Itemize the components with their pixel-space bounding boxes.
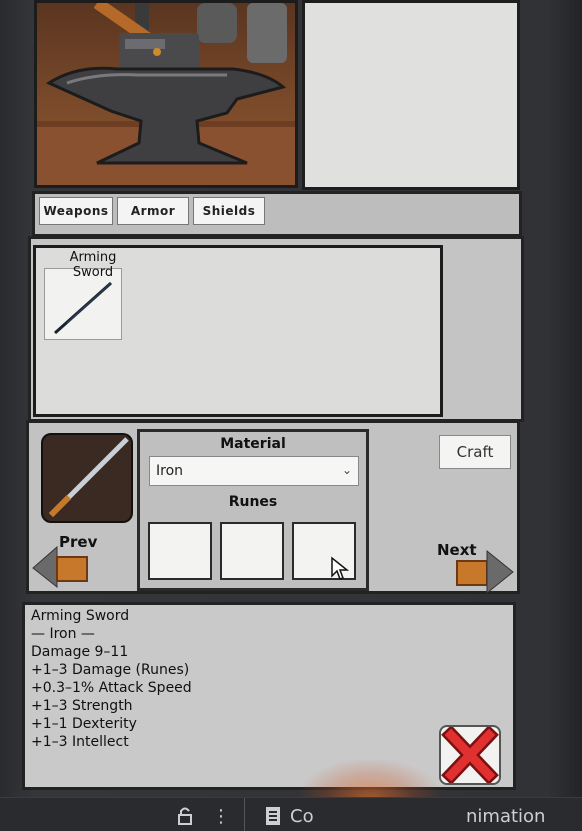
stat-line: Damage 9–11: [31, 644, 129, 660]
rune-slot-3[interactable]: [292, 522, 356, 580]
item-preview-panel: [302, 0, 520, 190]
crafted-item-slot: [41, 433, 133, 523]
tab-animation[interactable]: nimation: [466, 802, 545, 830]
stat-line: +0.3–1% Attack Speed: [31, 680, 192, 696]
stat-line: +1–1 Dexterity: [31, 716, 137, 732]
game-screen: Weapons Armor Shields Arming Sword Mater…: [0, 0, 582, 831]
item-list: Arming Sword: [33, 245, 443, 417]
more-icon[interactable]: ⋮: [212, 802, 230, 830]
anvil-illustration: [34, 0, 298, 188]
cursor-icon: [331, 556, 350, 580]
divider: [244, 798, 245, 831]
document-icon: [266, 807, 280, 825]
tab-shields[interactable]: Shields: [193, 197, 265, 225]
material-dropdown[interactable]: Iron ⌄: [149, 456, 359, 486]
tab-console[interactable]: Co: [290, 802, 314, 830]
item-name-label: Arming Sword: [69, 250, 117, 280]
bottom-toolbar: ⋮ Co nimation: [0, 797, 582, 831]
arrow-left-icon[interactable]: [31, 543, 91, 593]
arrow-right-icon[interactable]: [455, 547, 515, 597]
close-button[interactable]: [439, 725, 501, 785]
item-stats-panel: Arming Sword — Iron — Damage 9–11 +1–3 D…: [22, 602, 516, 790]
craft-button[interactable]: Craft: [439, 435, 511, 469]
tab-armor[interactable]: Armor: [117, 197, 189, 225]
item-list-panel: Arming Sword: [28, 236, 524, 422]
sword-icon: [48, 437, 129, 518]
rune-slot-1[interactable]: [148, 522, 212, 580]
stat-line: — Iron —: [31, 626, 95, 642]
stat-line: Arming Sword: [31, 608, 130, 624]
material-value: Iron: [156, 463, 184, 479]
stat-line: +1–3 Intellect: [31, 734, 129, 750]
chevron-down-icon: ⌄: [341, 463, 352, 477]
category-tabs: Weapons Armor Shields: [32, 191, 522, 237]
material-label: Material: [220, 436, 286, 452]
runes-label: Runes: [228, 494, 278, 510]
stat-line: +1–3 Strength: [31, 698, 133, 714]
tab-weapons[interactable]: Weapons: [39, 197, 113, 225]
anvil-hammer-icon: [37, 3, 295, 185]
close-x-icon: [441, 725, 499, 785]
stat-line: +1–3 Damage (Runes): [31, 662, 190, 678]
material-box: Material Iron ⌄ Runes: [137, 429, 369, 591]
lock-icon[interactable]: [176, 806, 194, 826]
crafting-panel: Material Iron ⌄ Runes Craft Prev Next: [26, 420, 520, 597]
rune-slot-2[interactable]: [220, 522, 284, 580]
